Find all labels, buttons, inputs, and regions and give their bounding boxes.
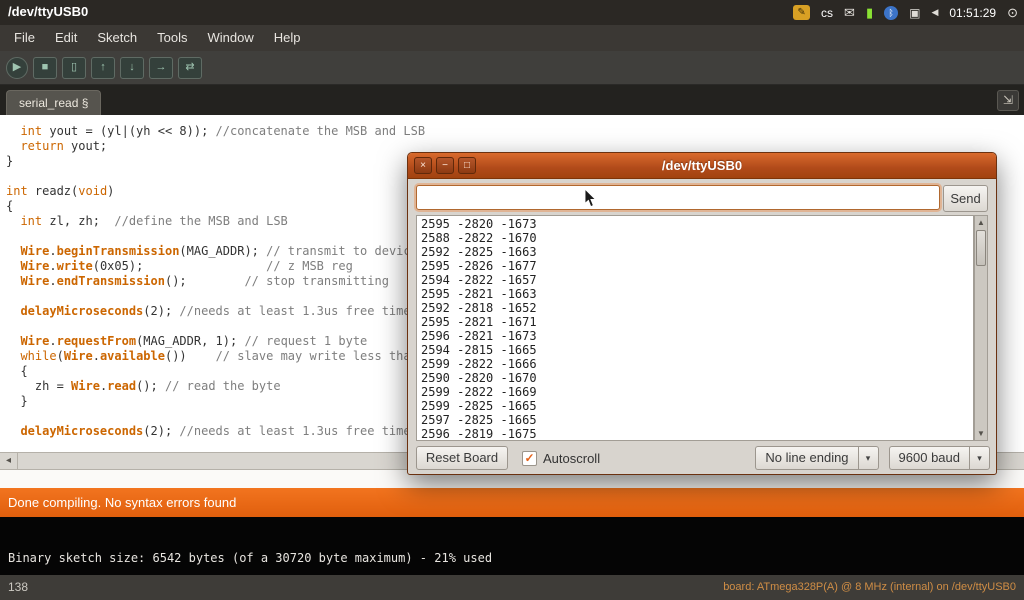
serial-output-line: 2594 -2815 -1665 [421,343,969,357]
scroll-down-arrow[interactable]: ▼ [975,427,987,440]
serial-output-line: 2588 -2822 -1670 [421,231,969,245]
menu-window[interactable]: Window [197,25,263,51]
tray-icons: ✎ cs ✉ ▮ ᛒ ▣ ◀ [793,5,938,21]
footer-bar: 138 board: ATmega328P(A) @ 8 MHz (intern… [0,575,1024,600]
baud-value: 9600 baud [889,446,969,470]
close-button[interactable]: × [414,157,432,174]
volume-icon[interactable]: ◀ [931,7,938,18]
serial-output-line: 2599 -2822 -1666 [421,357,969,371]
line-number: 138 [8,575,28,600]
system-tray: ✎ cs ✉ ▮ ᛒ ▣ ◀ 01:51:29 ⊙ [793,0,1018,25]
serial-monitor-icon: ⇄ [185,62,194,73]
line-ending-select[interactable]: No line ending ▾ [755,446,878,470]
network-icon[interactable]: ▣ [909,6,920,20]
battery-icon[interactable]: ▮ [866,5,873,21]
serial-output-line: 2599 -2822 -1669 [421,385,969,399]
serial-monitor-button[interactable]: ⇄ [178,57,202,79]
toolbar: ▶ ■ ▯ ↑ ↓ → ⇄ [0,51,1024,85]
serial-controls: Reset Board ✓ Autoscroll No line ending … [416,445,990,471]
scroll-thumb[interactable] [976,230,986,266]
autoscroll-label: Autoscroll [543,451,600,466]
upload-button[interactable]: → [149,57,173,79]
serial-output-line: 2595 -2820 -1673 [421,217,969,231]
save-sketch-button[interactable]: ↓ [120,57,144,79]
window-title: /dev/ttyUSB0 [408,153,996,178]
open-sketch-icon: ↑ [100,62,106,73]
window-title-panel: /dev/ttyUSB0 [8,4,88,19]
serial-output-line: 2595 -2826 -1677 [421,259,969,273]
serial-output-line: 2592 -2825 -1663 [421,245,969,259]
code-line: int yout = (yl|(yh << 8)); //concatenate… [6,124,1024,139]
baud-select[interactable]: 9600 baud ▾ [889,446,990,470]
menu-file[interactable]: File [4,25,45,51]
serial-output-line: 2595 -2821 -1663 [421,287,969,301]
keyboard-indicator-icon[interactable]: ✎ [793,5,810,20]
serial-output-line: 2599 -2825 -1665 [421,399,969,413]
minimize-button[interactable]: − [436,157,454,174]
serial-output-line: 2590 -2820 -1670 [421,371,969,385]
menu-sketch[interactable]: Sketch [87,25,147,51]
menu-edit[interactable]: Edit [45,25,87,51]
menu-tools[interactable]: Tools [147,25,197,51]
serial-output-line: 2594 -2822 -1657 [421,273,969,287]
upload-icon: → [156,62,167,73]
serial-output[interactable]: 2595 -2820 -16732588 -2822 -16702592 -28… [416,215,974,441]
new-sketch-button[interactable]: ▯ [62,57,86,79]
chevron-down-icon[interactable]: ▾ [969,446,990,470]
hscroll-left-arrow[interactable]: ◂ [0,453,18,469]
console: Binary sketch size: 6542 bytes (of a 307… [0,517,1024,575]
line-ending-value: No line ending [755,446,857,470]
tab-strip: serial_read § ⇲ [0,85,1024,115]
menu-bar: FileEditSketchToolsWindowHelp [0,25,1024,51]
tab-menu-button[interactable]: ⇲ [997,90,1019,111]
serial-output-line: 2592 -2818 -1652 [421,301,969,315]
console-text: Binary sketch size: 6542 bytes (of a 307… [8,551,492,565]
menu-help[interactable]: Help [264,25,311,51]
bluetooth-icon[interactable]: ᛒ [884,6,898,20]
window-buttons: × − □ [414,157,476,174]
desktop-panel: /dev/ttyUSB0 ✎ cs ✉ ▮ ᛒ ▣ ◀ 01:51:29 ⊙ [0,0,1024,25]
serial-output-line: 2596 -2819 -1675 [421,427,969,441]
serial-input[interactable] [416,185,940,210]
open-sketch-button[interactable]: ↑ [91,57,115,79]
board-info: board: ATmega328P(A) @ 8 MHz (internal) … [723,575,1016,600]
status-bar: Done compiling. No syntax errors found [0,488,1024,517]
new-sketch-icon: ▯ [71,62,77,73]
tab-serial-read[interactable]: serial_read § [6,90,101,115]
scroll-up-arrow[interactable]: ▲ [975,216,987,229]
input-language-icon[interactable]: cs [821,6,833,20]
serial-vscrollbar[interactable]: ▲ ▼ [974,215,988,441]
send-button[interactable]: Send [943,185,988,212]
verify-icon: ▶ [13,62,21,73]
maximize-button[interactable]: □ [458,157,476,174]
chevron-down-icon[interactable]: ▾ [858,446,879,470]
serial-output-line: 2597 -2825 -1665 [421,413,969,427]
verify-button[interactable]: ▶ [6,57,28,79]
reset-board-button[interactable]: Reset Board [416,446,508,470]
clock[interactable]: 01:51:29 [949,6,996,20]
stop-button[interactable]: ■ [33,57,57,79]
window-titlebar[interactable]: × − □ /dev/ttyUSB0 [408,153,996,179]
stop-icon: ■ [42,62,49,73]
serial-output-line: 2595 -2821 -1671 [421,315,969,329]
mail-icon[interactable]: ✉ [844,5,855,21]
autoscroll-checkbox[interactable]: ✓ [522,451,537,466]
serial-monitor-window: × − □ /dev/ttyUSB0 Send 2595 -2820 -1673… [407,152,997,475]
save-sketch-icon: ↓ [129,62,135,73]
session-menu-icon[interactable]: ⊙ [1007,5,1018,21]
serial-output-line: 2596 -2821 -1673 [421,329,969,343]
mouse-cursor [584,188,598,208]
